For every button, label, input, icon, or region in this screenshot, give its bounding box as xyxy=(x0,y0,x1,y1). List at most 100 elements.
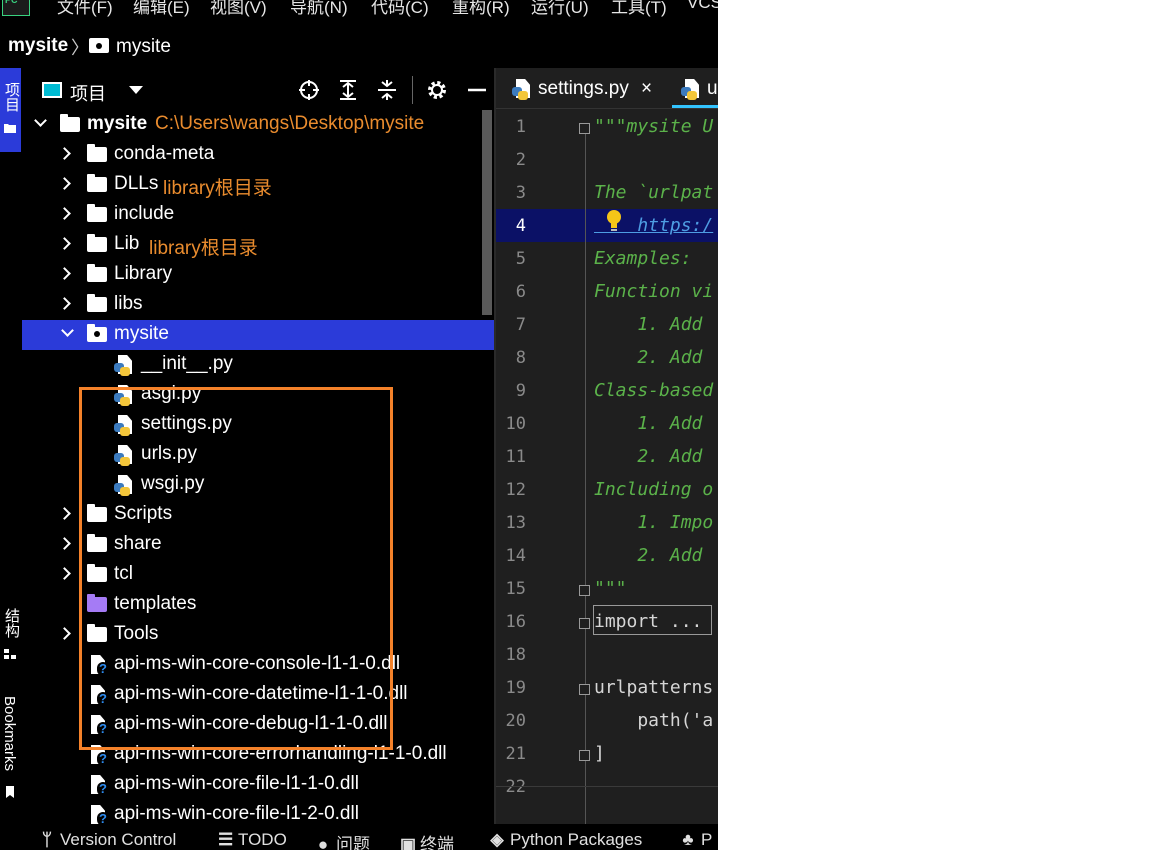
code-line[interactable]: urlpatterns xyxy=(594,677,713,698)
code-line[interactable]: """mysite U xyxy=(594,116,713,137)
breadcrumb-package[interactable]: mysite xyxy=(116,36,171,58)
code-line[interactable]: Function vi xyxy=(594,281,713,302)
terminal-icon: ▣ xyxy=(400,835,417,850)
breadcrumb-project[interactable]: mysite xyxy=(8,35,68,57)
line-number: 19 xyxy=(505,678,526,698)
project-tool-button[interactable]: 项目 xyxy=(0,68,21,152)
chevron-right-icon[interactable] xyxy=(58,537,71,550)
tree-item-label: api-ms-win-core-file-l1-2-0.dll xyxy=(114,803,359,824)
fold-marker-icon[interactable] xyxy=(579,750,590,761)
unknown-file-icon: ? xyxy=(91,805,109,824)
tree-row[interactable]: ? api-ms-win-core-file-l1-2-0.dll xyxy=(22,800,495,824)
fold-guide xyxy=(585,128,586,824)
code-line[interactable]: path('a xyxy=(594,710,713,731)
packages-icon: ◈ xyxy=(490,830,504,849)
menu-edit[interactable]: 编辑(E) xyxy=(133,0,190,18)
python-packages-button[interactable]: ◈ Python Packages xyxy=(490,830,642,850)
chevron-right-icon[interactable] xyxy=(58,297,71,310)
chevron-down-icon[interactable] xyxy=(61,324,74,337)
code-line[interactable]: """ xyxy=(594,578,627,599)
tree-row[interactable]: conda-meta xyxy=(22,140,495,170)
line-number: 7 xyxy=(515,315,526,335)
version-control-button[interactable]: ᛘ Version Control xyxy=(40,830,176,850)
tree-item-label: api-ms-win-core-file-l1-1-0.dll xyxy=(114,773,359,794)
code-line[interactable]: 2. Add xyxy=(594,347,702,368)
tree-item-label: mysite xyxy=(87,113,148,134)
tree-row-root[interactable]: mysite C:\Users\wangs\Desktop\mysite xyxy=(22,110,495,140)
fold-expand-icon[interactable] xyxy=(579,618,590,629)
code-line[interactable]: Class-based xyxy=(594,380,713,401)
project-panel-title[interactable]: 项目 xyxy=(70,80,106,106)
menu-bar: PC 文件(F) 编辑(E) 视图(V) 导航(N) 代码(C) 重构(R) 运… xyxy=(0,0,718,18)
problems-button[interactable]: ● 问题 xyxy=(316,830,370,850)
menu-vcs[interactable]: VCS xyxy=(687,0,718,13)
tree-scrollbar[interactable] xyxy=(482,110,492,315)
structure-tool-button[interactable]: 结构 xyxy=(1,608,22,638)
tree-row[interactable]: ? api-ms-win-core-file-l1-1-0.dll xyxy=(22,770,495,800)
line-number: 12 xyxy=(505,480,526,500)
tree-row[interactable]: Lib library根目录 xyxy=(22,230,495,260)
code-line[interactable]: 1. Impo xyxy=(594,512,713,533)
chevron-down-icon[interactable] xyxy=(129,86,143,94)
close-icon[interactable]: × xyxy=(641,78,652,100)
package-folder-icon xyxy=(89,38,109,53)
chevron-right-icon[interactable] xyxy=(58,507,71,520)
tab-urls-py[interactable]: u xyxy=(672,68,718,108)
collapse-all-icon[interactable] xyxy=(375,78,399,102)
chevron-right-icon[interactable] xyxy=(58,267,71,280)
menu-code[interactable]: 代码(C) xyxy=(371,0,429,18)
version-control-label: Version Control xyxy=(60,830,177,849)
minimize-icon[interactable] xyxy=(465,78,489,102)
fold-marker-icon[interactable] xyxy=(579,684,590,695)
code-line[interactable]: ] xyxy=(594,743,605,764)
chevron-right-icon[interactable] xyxy=(58,147,71,160)
chevron-right-icon[interactable] xyxy=(58,237,71,250)
fold-marker-icon[interactable] xyxy=(579,123,590,134)
code-line[interactable]: 1. Add xyxy=(594,413,702,434)
code-line[interactable]: 2. Add xyxy=(594,545,702,566)
bookmarks-tool-button[interactable]: Bookmarks xyxy=(1,696,18,771)
menu-navigate[interactable]: 导航(N) xyxy=(290,0,348,18)
code-line[interactable]: Including o xyxy=(594,479,713,500)
chevron-right-icon[interactable] xyxy=(58,567,71,580)
menu-run[interactable]: 运行(U) xyxy=(531,0,589,18)
folder-icon xyxy=(60,114,80,132)
pycharm-logo-icon[interactable]: PC xyxy=(2,0,30,16)
breadcrumb: mysite 〉 mysite xyxy=(0,30,718,64)
active-tab-indicator xyxy=(672,105,718,108)
python-console-button[interactable]: ♣ P xyxy=(681,830,712,850)
chevron-right-icon[interactable] xyxy=(58,627,71,640)
tree-row[interactable]: DLLs library根目录 xyxy=(22,170,495,200)
code-line[interactable]: The `urlpat xyxy=(594,182,713,203)
terminal-button[interactable]: ▣ 终端 xyxy=(400,830,454,850)
package-folder-icon xyxy=(87,324,107,342)
folder-icon xyxy=(87,234,107,252)
code-line[interactable]: Examples: xyxy=(594,248,692,269)
tab-settings-py[interactable]: settings.py × xyxy=(512,68,672,108)
menu-refactor[interactable]: 重构(R) xyxy=(452,0,510,18)
tree-row[interactable]: __init__.py xyxy=(22,350,495,380)
fold-marker-icon[interactable] xyxy=(579,585,590,596)
locate-icon[interactable] xyxy=(297,78,321,102)
code-line[interactable]: 2. Add xyxy=(594,446,702,467)
gear-icon[interactable] xyxy=(425,78,449,102)
tree-row[interactable]: Library xyxy=(22,260,495,290)
menu-tools[interactable]: 工具(T) xyxy=(611,0,667,18)
code-editor[interactable]: settings.py × u 1 2 3 4 5 6 7 8 9 10 11 … xyxy=(496,68,718,824)
tree-row[interactable]: libs xyxy=(22,290,495,320)
chevron-right-icon[interactable] xyxy=(58,177,71,190)
tree-row-selected[interactable]: mysite xyxy=(22,320,495,350)
chevron-right-icon[interactable] xyxy=(58,207,71,220)
expand-all-icon[interactable] xyxy=(336,78,360,102)
folded-region-box[interactable] xyxy=(593,605,712,635)
todo-button[interactable]: ☰ TODO xyxy=(218,830,287,850)
lightbulb-icon[interactable] xyxy=(606,209,622,235)
line-number: 6 xyxy=(515,282,526,302)
tree-row[interactable]: include xyxy=(22,200,495,230)
python-packages-label: Python Packages xyxy=(510,830,643,849)
code-line[interactable]: 1. Add xyxy=(594,314,702,335)
chevron-down-icon[interactable] xyxy=(34,114,47,127)
menu-view[interactable]: 视图(V) xyxy=(210,0,267,18)
line-number: 5 xyxy=(515,249,526,269)
menu-file[interactable]: 文件(F) xyxy=(57,0,113,18)
